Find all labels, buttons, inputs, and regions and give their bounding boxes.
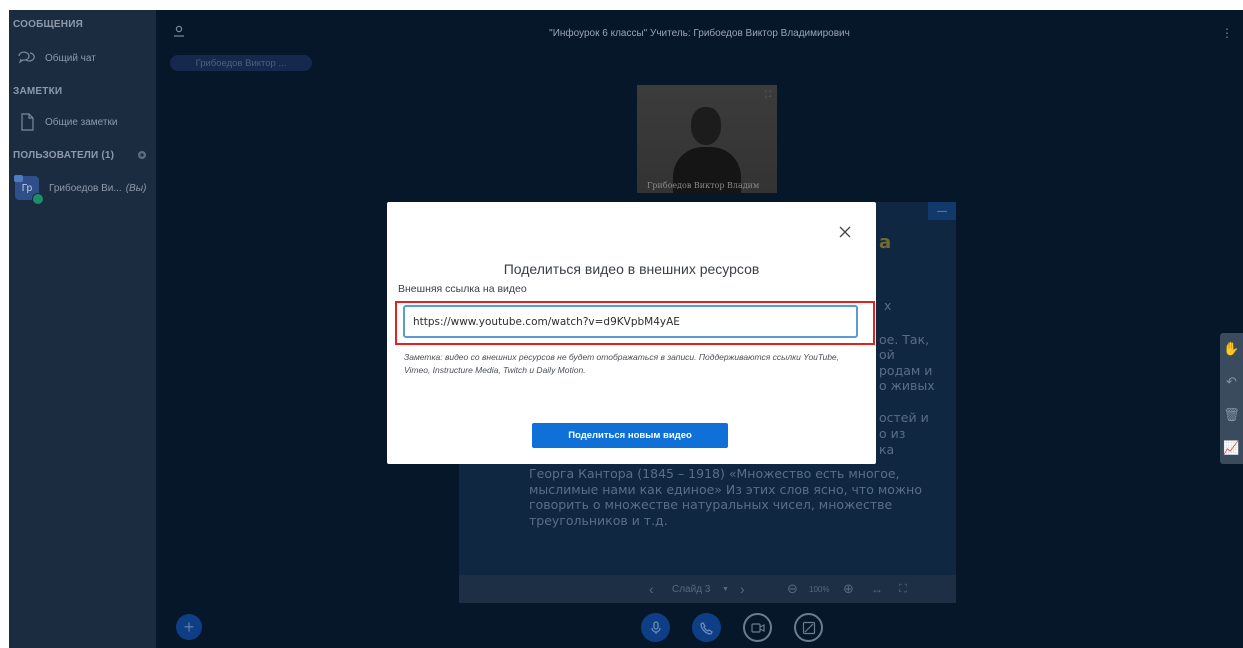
meeting-title: "Инфоурок 6 классы" Учитель: Грибоедов В… [549, 28, 850, 39]
minimize-presentation-button[interactable]: — [928, 202, 956, 220]
notes-icon [15, 110, 39, 134]
close-icon[interactable] [833, 220, 857, 244]
avatar-initials: Гр [21, 182, 33, 194]
modal-title: Поделиться видео в внешних ресурсов [503, 261, 760, 277]
chevron-down-icon[interactable]: ▼ [722, 586, 729, 593]
sidebar: СООБЩЕНИЯ Общий чат ЗАМЕТКИ Общие заметк… [9, 10, 156, 648]
notes-heading: ЗАМЕТКИ [13, 86, 63, 97]
messages-heading: СООБЩЕНИЯ [13, 19, 83, 30]
video-url-label: Внешняя ссылка на видео [398, 283, 527, 295]
slide-text-fragment: ой [879, 347, 895, 362]
user-list-item[interactable]: Гр Грибоедов Ви... (Вы) [14, 173, 147, 205]
fullscreen-icon[interactable]: ⛶ [765, 89, 771, 100]
slide-controls: ‹ Слайд 3 ▼ › ⊖ 100% ⊕ ↔ ⛶ [459, 575, 956, 603]
share-screen-button[interactable] [794, 613, 823, 642]
microphone-icon [650, 620, 661, 634]
slide-body-line: говорить о множестве натуральных чисел, … [529, 497, 893, 512]
slide-text-fragment: ое. Так, [879, 332, 930, 347]
zoom-out-icon[interactable]: ⊖ [787, 581, 798, 597]
whiteboard-toolbar: ✋ ↶ 🗑 📈 [1220, 333, 1243, 464]
zoom-in-icon[interactable]: ⊕ [843, 581, 854, 597]
shared-notes-label: Общие заметки [45, 116, 118, 128]
actions-plus-button[interactable]: + [176, 614, 202, 640]
zoom-level: 100% [809, 584, 830, 594]
slide-text-fragment: остей и [879, 410, 929, 425]
phone-icon [699, 621, 713, 635]
fit-width-icon[interactable]: ↔ [871, 582, 883, 596]
gear-icon[interactable] [136, 148, 148, 166]
slide-body-line: Георга Кантора (1845 – 1918) «Множество … [529, 466, 900, 481]
slide-title-fragment: а [879, 232, 892, 253]
leave-audio-button[interactable] [692, 613, 721, 642]
slide-text-fragment: х [884, 298, 892, 313]
next-slide-icon[interactable]: › [740, 581, 745, 597]
slide-text-fragment: о живых [879, 378, 935, 393]
slide-text-fragment: родам и [879, 363, 933, 378]
sidebar-item-public-chat[interactable]: Общий чат [15, 45, 96, 71]
chat-icon [15, 46, 39, 70]
slide-text-fragment: о из [879, 426, 906, 441]
voice-status-icon [32, 193, 44, 205]
users-heading: ПОЛЬЗОВАТЕЛИ (1) [13, 150, 115, 161]
multi-user-whiteboard-icon[interactable]: 📈 [1220, 432, 1243, 464]
top-bar: "Инфоурок 6 классы" Учитель: Грибоедов В… [156, 10, 1243, 71]
fullscreen-icon[interactable]: ⛶ [899, 583, 907, 596]
more-vertical-icon[interactable]: ⋮ [1221, 26, 1233, 40]
external-video-modal: Поделиться видео в внешних ресурсов Внеш… [387, 202, 876, 464]
video-camera-icon [750, 622, 765, 633]
user-name: Грибоедов Ви... [49, 182, 122, 194]
webcam-video[interactable]: ⛶ Грибоедов Виктор Владим [637, 85, 777, 193]
talker-indicator: Грибоедов Виктор ... [170, 55, 312, 71]
slide-body-line: треугольников и т.д. [529, 512, 668, 528]
modal-note: Заметка: видео со внешних ресурсов не бу… [404, 352, 840, 375]
share-webcam-button[interactable] [743, 613, 772, 642]
slide-selector[interactable]: Слайд 3 [672, 584, 710, 595]
avatar: Гр [14, 175, 44, 205]
you-tag: (Вы) [125, 182, 147, 194]
mute-button[interactable] [641, 613, 670, 642]
hand-tool-icon[interactable]: ✋ [1220, 333, 1243, 365]
screen-share-icon [802, 621, 815, 634]
presenter-icon [14, 175, 23, 182]
slide-body: Георга Кантора (1845 – 1918) «Множество … [529, 466, 949, 528]
public-chat-label: Общий чат [45, 52, 96, 64]
webcam-person [691, 107, 721, 145]
undo-icon[interactable]: ↶ [1220, 366, 1243, 398]
sidebar-item-shared-notes[interactable]: Общие заметки [15, 109, 117, 135]
webcam-name-label: Грибоедов Виктор Владим [647, 181, 760, 190]
video-url-input[interactable] [403, 305, 858, 338]
share-new-video-button[interactable]: Поделиться новым видео [532, 423, 728, 448]
slide-body-line: мыслимые нами как единое» Из этих слов я… [529, 481, 922, 497]
trash-icon[interactable]: 🗑 [1220, 399, 1243, 431]
previous-slide-icon[interactable]: ‹ [649, 581, 654, 597]
slide-text-fragment: ка [879, 442, 895, 457]
